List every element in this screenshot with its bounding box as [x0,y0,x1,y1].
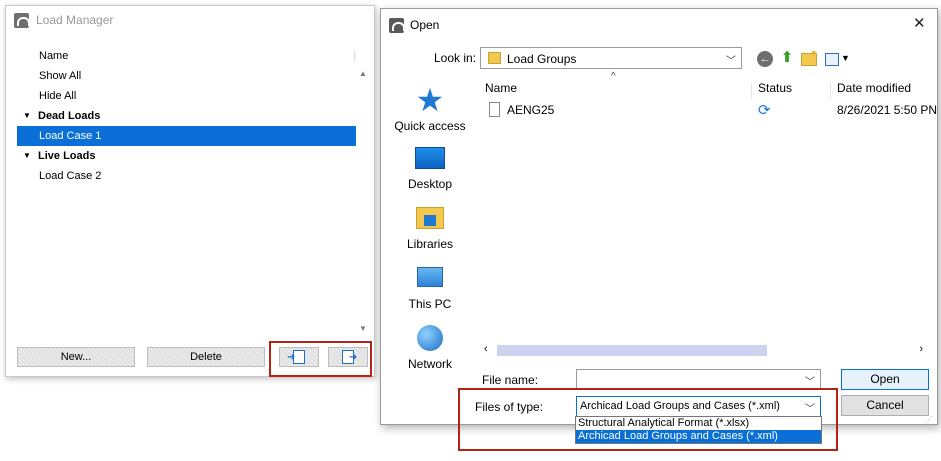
cancel-button[interactable]: Cancel [841,395,929,416]
look-in-value: Load Groups [507,52,577,66]
place-network[interactable]: Network [391,325,469,371]
load-case-2-item[interactable]: Load Case 2 [16,166,356,186]
computer-icon [417,267,443,287]
column-header-name[interactable]: Name [485,81,517,95]
export-file-icon: ➜ [342,350,357,364]
file-row[interactable]: AENG25 ⟳ 8/26/2021 5:50 PN [485,101,938,121]
load-tree: Name Show All Hide All ▼ Dead Loads Load… [16,46,356,186]
look-in-dropdown[interactable]: Load Groups ﹀ [480,47,742,69]
new-button[interactable]: New... [17,347,135,367]
column-header-date[interactable]: Date modified [837,81,911,95]
network-globe-icon [417,325,443,351]
archicad-app-icon [14,13,30,28]
star-icon: ★ [415,82,445,118]
place-label: This PC [408,297,452,311]
show-all-item[interactable]: Show All [16,66,356,86]
group-dead-loads[interactable]: ▼ Dead Loads [16,106,356,126]
group-live-loads[interactable]: ▼ Live Loads [16,146,356,166]
column-header-status[interactable]: Status [758,81,792,95]
sort-caret-icon: ^ [611,71,616,82]
place-this-pc[interactable]: This PC [391,265,469,311]
load-manager-window: Load Manager Name Show All Hide All ▼ De… [5,5,375,377]
file-type-option[interactable]: Structural Analytical Format (*.xlsx) [576,417,821,430]
archicad-app-icon [389,18,405,33]
back-icon[interactable]: ← [757,51,773,67]
tree-column-header[interactable]: Name [16,46,356,66]
import-button[interactable]: ➜ [279,347,319,367]
expand-triangle-icon[interactable]: ▼ [23,106,31,126]
new-folder-icon[interactable] [801,48,818,66]
load-case-1-item[interactable]: Load Case 1 [17,126,356,146]
export-button[interactable]: ➜ [328,347,368,367]
open-dialog: Open ✕ Look in: Load Groups ﹀ ← ⬆ ▼ ★ Qu… [380,8,938,425]
place-libraries[interactable]: Libraries [391,205,469,251]
scrollbar-thumb[interactable] [497,345,767,356]
file-name-label: File name: [482,373,539,387]
load-manager-titlebar[interactable]: Load Manager [6,6,374,34]
hide-all-item[interactable]: Hide All [16,86,356,106]
group-label: Dead Loads [38,110,101,122]
file-name-input[interactable]: ﹀ [576,369,821,390]
up-folder-icon[interactable]: ⬆ [779,50,795,67]
view-menu-icon[interactable] [825,53,839,66]
resize-grip-icon[interactable]: ⋰ [925,415,933,424]
files-of-type-select[interactable]: Archicad Load Groups and Cases (*.xml) ﹀ [576,396,821,417]
scroll-up-icon[interactable]: ▲ [359,69,367,78]
place-desktop[interactable]: Desktop [391,145,469,191]
file-type-option-selected[interactable]: Archicad Load Groups and Cases (*.xml) [576,430,821,443]
files-of-type-label: Files of type: [475,400,544,414]
group-label: Live Loads [38,150,96,162]
scroll-left-icon[interactable]: ‹ [484,343,488,355]
load-manager-title: Load Manager [36,13,114,27]
desktop-icon [415,147,445,169]
column-divider[interactable] [830,83,831,99]
file-date: 8/26/2021 5:50 PN [837,103,938,117]
scroll-down-icon[interactable]: ▼ [359,324,367,333]
horizontal-scrollbar[interactable]: ‹ › [484,343,929,357]
place-label: Desktop [407,177,453,191]
file-icon [489,102,500,117]
open-button[interactable]: Open [841,369,929,390]
place-quick-access[interactable]: ★ Quick access [391,82,469,133]
view-menu-arrow-icon[interactable]: ▼ [841,53,850,63]
sync-icon: ⟳ [758,102,771,119]
close-icon[interactable]: ✕ [913,14,926,32]
expand-triangle-icon[interactable]: ▼ [23,146,31,166]
files-of-type-value: Archicad Load Groups and Cases (*.xml) [580,400,780,412]
folder-icon [488,52,501,64]
libraries-icon [416,207,444,229]
dialog-title: Open [410,18,440,32]
chevron-down-icon[interactable]: ﹀ [805,373,815,388]
delete-button[interactable]: Delete [147,347,265,367]
chevron-down-icon: ﹀ [726,56,736,67]
chevron-down-icon: ﹀ [805,404,815,415]
file-name: AENG25 [507,103,555,117]
place-label: Quick access [394,119,466,133]
import-file-icon: ➜ [287,350,305,364]
column-divider [354,50,355,62]
place-label: Libraries [406,237,454,251]
place-label: Network [407,357,452,371]
file-type-dropdown-list: Structural Analytical Format (*.xlsx) Ar… [575,416,822,444]
scroll-right-icon[interactable]: › [919,343,923,355]
column-divider[interactable] [751,83,752,99]
look-in-label: Look in: [434,51,477,65]
